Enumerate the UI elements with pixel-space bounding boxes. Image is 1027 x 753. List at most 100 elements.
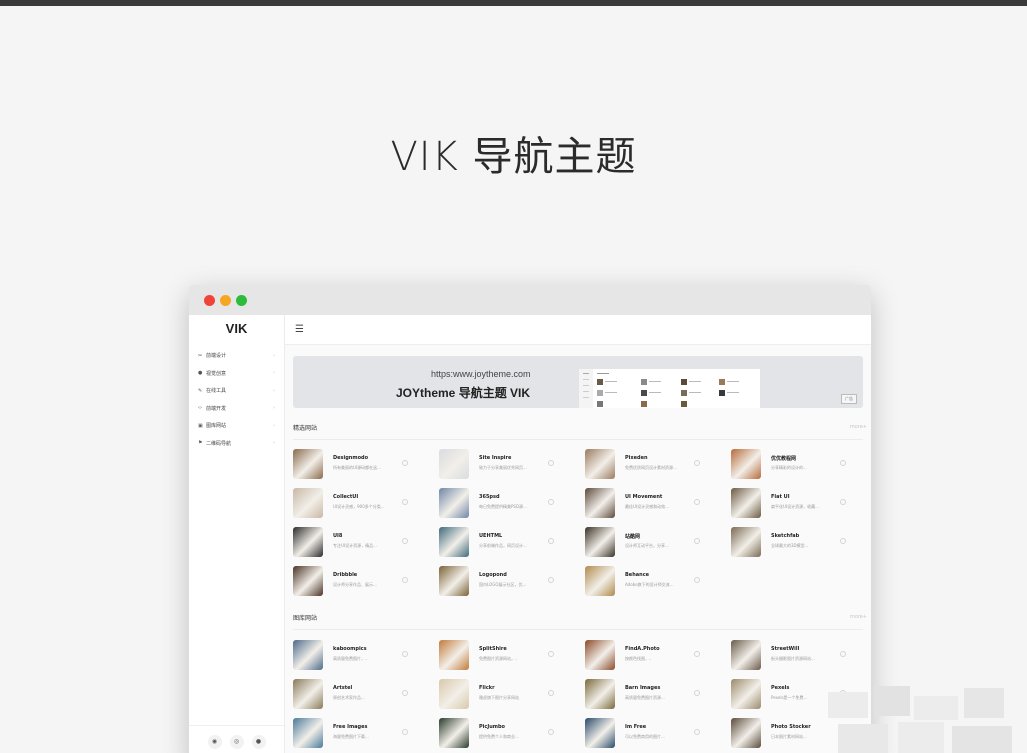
site-card[interactable]: Im Free 可以免费商用的图片...	[585, 718, 717, 748]
arrow-circle-icon[interactable]	[548, 538, 554, 544]
arrow-circle-icon[interactable]	[694, 499, 700, 505]
bell-icon[interactable]: ◉	[207, 734, 222, 749]
section-divider	[293, 439, 863, 440]
site-name: PicJumbo	[479, 724, 505, 730]
site-thumbnail	[731, 718, 761, 748]
arrow-circle-icon[interactable]	[840, 499, 846, 505]
arrow-circle-icon[interactable]	[694, 577, 700, 583]
minimize-button[interactable]	[220, 294, 231, 306]
chevron-right-icon: ›	[273, 422, 275, 429]
maximize-button[interactable]	[236, 294, 247, 306]
site-card[interactable]: UEHTML 分享前端作品，网页设计...	[439, 527, 571, 557]
site-card[interactable]: Dribbble 设计师分享作品、展示...	[293, 566, 425, 596]
sidebar-item[interactable]: ✎ 在线工具 ›	[189, 382, 284, 400]
site-description: 全球最大的3D模型...	[771, 543, 809, 548]
arrow-circle-icon[interactable]	[548, 460, 554, 466]
scissors-icon: ✂	[198, 352, 203, 359]
site-name: Behance	[625, 572, 650, 578]
site-name: Dribbble	[333, 572, 358, 578]
sidebar-item[interactable]: ▣ 图库网站 ›	[189, 417, 284, 435]
arrow-circle-icon[interactable]	[840, 538, 846, 544]
arrow-circle-icon[interactable]	[402, 729, 408, 735]
arrow-circle-icon[interactable]	[402, 538, 408, 544]
pen-icon: ✎	[198, 387, 203, 394]
site-description: 提供免费个人和商业...	[479, 734, 519, 739]
site-name: Pexels	[771, 685, 790, 691]
site-card[interactable]: 优优教程网 分享精彩的设计的...	[731, 449, 863, 479]
arrow-circle-icon[interactable]	[694, 651, 700, 657]
site-description: 致力于分享美丽优秀网页...	[479, 465, 527, 470]
site-thumbnail	[731, 449, 761, 479]
site-card[interactable]: StreetWill 街头摄影图片资源网站...	[731, 640, 863, 670]
site-card[interactable]: Flat UI 扁平化UI设计资源，收藏...	[731, 488, 863, 518]
close-button[interactable]	[204, 294, 215, 306]
site-card[interactable]: UI8 专注UI设计资源，精品...	[293, 527, 425, 557]
arrow-circle-icon[interactable]	[840, 651, 846, 657]
site-card[interactable]: Site Inspire 致力于分享美丽优秀网页...	[439, 449, 571, 479]
site-card[interactable]: Designmodo 所有美丽的UI源码都在这...	[293, 449, 425, 479]
drop-icon: ●	[198, 370, 203, 377]
site-thumbnail	[731, 679, 761, 709]
site-thumbnail	[731, 488, 761, 518]
sidebar-item-label: 二维码导航	[206, 440, 232, 447]
arrow-circle-icon[interactable]	[402, 577, 408, 583]
arrow-circle-icon[interactable]	[840, 460, 846, 466]
arrow-circle-icon[interactable]	[694, 690, 700, 696]
banner-title: JOYtheme 导航主题 VIK	[396, 386, 531, 400]
site-card[interactable]: 365psd 每日免费提供精美PSD源...	[439, 488, 571, 518]
logo[interactable]: VIK	[189, 315, 284, 343]
arrow-circle-icon[interactable]	[402, 499, 408, 505]
site-card[interactable]: Artstel 原创艺术家作品...	[293, 679, 425, 709]
site-thumbnail	[585, 449, 615, 479]
sidebar-item[interactable]: ● 视觉创意 ›	[189, 365, 284, 383]
flag-icon: ⚑	[198, 440, 203, 447]
site-card[interactable]: Behance Adobe旗下的设计师交流...	[585, 566, 717, 596]
sidebar-item[interactable]: ‹› 前端开发 ›	[189, 400, 284, 418]
section-more-gallery[interactable]: more+	[850, 614, 867, 620]
site-description: Adobe旗下的设计师交流...	[625, 582, 674, 587]
sidebar-item[interactable]: ⚑ 二维码导航 ›	[189, 435, 284, 453]
site-thumbnail	[585, 488, 615, 518]
window-titlebar	[189, 285, 871, 315]
site-card[interactable]: Sketchfab 全球最大的3D模型...	[731, 527, 863, 557]
section-more-featured[interactable]: more+	[850, 424, 867, 430]
arrow-circle-icon[interactable]	[402, 460, 408, 466]
site-card[interactable]: Pixeden 免费优质网页设计素材资源...	[585, 449, 717, 479]
site-card[interactable]: 站酷网 设计师互动平台，分享...	[585, 527, 717, 557]
menu-icon[interactable]: ☰	[295, 324, 304, 335]
site-name: Logopond	[479, 572, 507, 578]
site-description: 雅虎旗下图片分享网站	[479, 695, 519, 700]
ad-banner[interactable]: https:www.joytheme.com JOYtheme 导航主题 VIK	[293, 356, 863, 408]
site-card[interactable]: Free Images 海量免费图片下载...	[293, 718, 425, 748]
arrow-circle-icon[interactable]	[694, 460, 700, 466]
site-card[interactable]: UI Movement 最佳UI设计灵感和动效...	[585, 488, 717, 518]
section-title-gallery: 图库网站	[293, 615, 318, 622]
site-card[interactable]: SplitShire 免费图片资源网站，..	[439, 640, 571, 670]
site-thumbnail	[293, 488, 323, 518]
site-description: 国内LOGO展示社区，优...	[479, 582, 527, 587]
arrow-circle-icon[interactable]	[548, 499, 554, 505]
sidebar-item[interactable]: ✂ 前端设计 ›	[189, 347, 284, 365]
code-icon: ‹›	[198, 405, 202, 412]
arrow-circle-icon[interactable]	[548, 651, 554, 657]
wechat-icon[interactable]: ●	[251, 734, 266, 749]
site-description: 原创艺术家作品...	[333, 695, 365, 700]
arrow-circle-icon[interactable]	[402, 690, 408, 696]
arrow-circle-icon[interactable]	[548, 577, 554, 583]
site-card[interactable]: Flickr 雅虎旗下图片分享网站	[439, 679, 571, 709]
site-name: 365psd	[479, 494, 500, 500]
arrow-circle-icon[interactable]	[402, 651, 408, 657]
weibo-icon[interactable]: ◎	[229, 734, 244, 749]
arrow-circle-icon[interactable]	[548, 690, 554, 696]
arrow-circle-icon[interactable]	[694, 729, 700, 735]
site-card[interactable]: PicJumbo 提供免费个人和商业...	[439, 718, 571, 748]
site-card[interactable]: kaboompics 高质量免费图片，..	[293, 640, 425, 670]
arrow-circle-icon[interactable]	[548, 729, 554, 735]
site-thumbnail	[293, 640, 323, 670]
site-card[interactable]: Logopond 国内LOGO展示社区，优...	[439, 566, 571, 596]
site-card[interactable]: Barn Images 高质量免费图片资源...	[585, 679, 717, 709]
site-card[interactable]: CollectUI UI设计灵感，900多个分类...	[293, 488, 425, 518]
site-name: UI Movement	[625, 494, 663, 500]
site-card[interactable]: FindA.Photo 按颜色找图，..	[585, 640, 717, 670]
arrow-circle-icon[interactable]	[694, 538, 700, 544]
